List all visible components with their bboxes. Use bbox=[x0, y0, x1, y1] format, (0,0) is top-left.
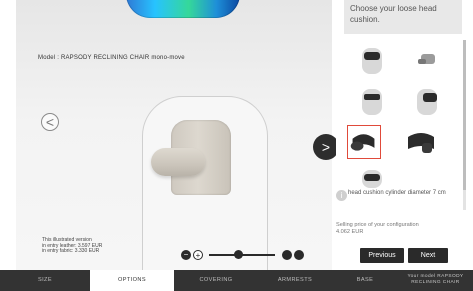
selected-option-description: i head cushion cylinder diameter 7 cm bbox=[336, 190, 464, 214]
chair-back-icon bbox=[417, 89, 437, 115]
cylinder-cushion-icon bbox=[350, 134, 375, 151]
cushion-option-2[interactable] bbox=[411, 42, 445, 76]
zoom-out-icon[interactable]: − bbox=[181, 250, 191, 260]
cushion-option-4[interactable] bbox=[411, 83, 445, 117]
tab-base[interactable]: BASE bbox=[332, 270, 398, 291]
head-cushion-cylinder bbox=[151, 148, 205, 176]
tab-options[interactable]: OPTIONS bbox=[90, 270, 174, 291]
tab-covering[interactable]: COVERING bbox=[174, 270, 258, 291]
description-text: head cushion cylinder diameter 7 cm bbox=[348, 190, 446, 196]
selling-price: Selling price of your configuration 4.06… bbox=[336, 222, 464, 236]
price-line: in entry fabric: 3.330 EUR bbox=[42, 248, 100, 255]
selling-price-value: 4.062 EUR bbox=[336, 229, 364, 235]
cushion-option-3[interactable] bbox=[356, 83, 390, 117]
next-button[interactable]: Next bbox=[408, 248, 448, 263]
tab-armrests[interactable]: ARMRESTS bbox=[258, 270, 332, 291]
cushion-option-6[interactable] bbox=[404, 125, 438, 159]
illustrated-version-price: This illustrated version in entry leathe… bbox=[42, 237, 102, 255]
headrest-icon bbox=[418, 54, 435, 64]
fullscreen-icon[interactable] bbox=[294, 250, 304, 260]
zoom-in-icon[interactable]: + bbox=[193, 250, 203, 260]
panel-scrollbar[interactable] bbox=[463, 40, 466, 210]
tab-size[interactable]: SIZE bbox=[0, 270, 90, 291]
bottom-tab-bar: SIZE OPTIONS COVERING ARMRESTS BASE Your… bbox=[0, 270, 473, 291]
chair-back-icon bbox=[362, 170, 382, 188]
panel-scrollbar-thumb[interactable] bbox=[463, 40, 466, 190]
chair-back-icon bbox=[362, 48, 382, 74]
model-title: Model : RAPSODY RECLINING CHAIR mono-mov… bbox=[38, 55, 185, 61]
cushion-option-1[interactable] bbox=[356, 42, 390, 76]
zoom-control[interactable]: − + bbox=[181, 249, 316, 261]
product-viewer: Model : RAPSODY RECLINING CHAIR mono-mov… bbox=[16, 0, 332, 270]
panel-title: Choose your loose head cushion. bbox=[344, 0, 462, 34]
info-icon[interactable]: i bbox=[336, 190, 347, 201]
previous-button[interactable]: Previous bbox=[360, 248, 404, 263]
zoom-slider-handle[interactable] bbox=[234, 250, 244, 259]
rotate-icon[interactable] bbox=[282, 250, 292, 260]
cushion-icon bbox=[408, 133, 434, 153]
decorative-top-art bbox=[126, 0, 240, 18]
prev-view-button[interactable]: < bbox=[41, 113, 59, 131]
chair-back-icon bbox=[362, 89, 382, 115]
cushion-option-5[interactable] bbox=[347, 125, 381, 159]
options-panel: Choose your loose head cushion. i head c… bbox=[336, 0, 473, 270]
selling-price-label: Selling price of your configuration bbox=[336, 222, 419, 228]
tab-model-summary[interactable]: Your model RAPSODY RECLINING CHAIR bbox=[398, 270, 473, 291]
